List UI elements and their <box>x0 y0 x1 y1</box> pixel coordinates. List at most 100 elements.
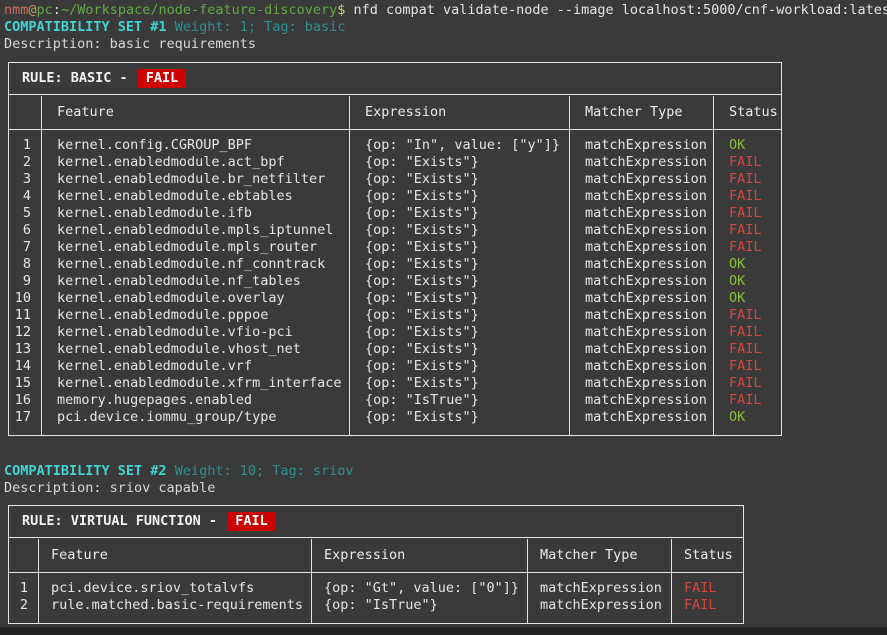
feature-cell: kernel.enabledmodule.vfio-pci <box>41 324 349 341</box>
set1-title: COMPATIBILITY SET #1 <box>4 19 167 35</box>
matcher-type-cell: matchExpression <box>569 171 713 188</box>
prompt-user: nmm <box>4 2 28 18</box>
rule-label: RULE: BASIC - <box>22 70 136 87</box>
status-cell: OK <box>713 137 781 154</box>
matcher-type-cell: matchExpression <box>569 154 713 171</box>
feature-cell: pci.device.iommu_group/type <box>41 409 349 426</box>
column-divider <box>671 539 672 623</box>
status-cell: FAIL <box>713 307 781 324</box>
table-body: 1 kernel.config.CGROUP_BPF {op: "In", va… <box>9 130 781 435</box>
matcher-type-cell: matchExpression <box>569 358 713 375</box>
table-row: 2 rule.matched.basic-requirements {op: "… <box>9 597 743 614</box>
table-row: 8 kernel.enabledmodule.nf_conntrack {op:… <box>9 256 781 273</box>
table-row: 1 pci.device.sriov_totalvfs {op: "Gt", v… <box>9 580 743 597</box>
feature-cell: kernel.enabledmodule.act_bpf <box>41 154 349 171</box>
row-number-cell: 1 <box>9 137 41 154</box>
status-cell: FAIL <box>713 205 781 222</box>
expression-cell: {op: "Exists"} <box>349 324 569 341</box>
status-cell: OK <box>713 256 781 273</box>
column-divider <box>527 539 528 623</box>
expression-cell: {op: "IsTrue"} <box>311 597 527 614</box>
window-bottom-edge <box>0 627 887 635</box>
col-header-expression: Expression <box>349 104 569 121</box>
row-number-cell: 10 <box>9 290 41 307</box>
matcher-type-cell: matchExpression <box>569 239 713 256</box>
row-number-cell: 14 <box>9 358 41 375</box>
rule-table-basic: RULE: BASIC - FAIL Feature Expression Ma… <box>8 62 782 436</box>
set2-title: COMPATIBILITY SET #2 <box>4 463 167 479</box>
col-header-expression: Expression <box>311 547 527 564</box>
table-row: 11 kernel.enabledmodule.pppoe {op: "Exis… <box>9 307 781 324</box>
set2-description: Description: sriov capable <box>4 480 887 497</box>
feature-cell: kernel.enabledmodule.vhost_net <box>41 341 349 358</box>
matcher-type-cell: matchExpression <box>569 273 713 290</box>
expression-cell: {op: "Exists"} <box>349 171 569 188</box>
status-cell: FAIL <box>713 154 781 171</box>
feature-cell: kernel.enabledmodule.mpls_iptunnel <box>41 222 349 239</box>
prompt-colon: : <box>53 2 61 18</box>
column-divider <box>569 96 570 435</box>
column-divider <box>349 96 350 435</box>
column-divider <box>41 96 42 435</box>
matcher-type-cell: matchExpression <box>569 375 713 392</box>
status-cell: FAIL <box>671 580 743 597</box>
row-number-cell: 3 <box>9 171 41 188</box>
terminal-window[interactable]: nmm@pc:~/Workspace/node-feature-discover… <box>0 0 887 635</box>
table-row: 13 kernel.enabledmodule.vhost_net {op: "… <box>9 341 781 358</box>
expression-cell: {op: "In", value: ["y"]} <box>349 137 569 154</box>
col-header-matcher: Matcher Type <box>569 104 713 121</box>
column-divider <box>311 539 312 623</box>
status-cell: FAIL <box>713 358 781 375</box>
table-row: 9 kernel.enabledmodule.nf_tables {op: "E… <box>9 273 781 290</box>
expression-cell: {op: "Exists"} <box>349 256 569 273</box>
prompt-path: ~/Workspace/node-feature-discovery <box>61 2 337 18</box>
expression-cell: {op: "Exists"} <box>349 307 569 324</box>
feature-cell: kernel.enabledmodule.pppoe <box>41 307 349 324</box>
matcher-type-cell: matchExpression <box>569 137 713 154</box>
table-row: 1 kernel.config.CGROUP_BPF {op: "In", va… <box>9 137 781 154</box>
matcher-type-cell: matchExpression <box>569 307 713 324</box>
table-row: 3 kernel.enabledmodule.br_netfilter {op:… <box>9 171 781 188</box>
feature-cell: kernel.enabledmodule.ifb <box>41 205 349 222</box>
table-row: 7 kernel.enabledmodule.mpls_router {op: … <box>9 239 781 256</box>
status-cell: FAIL <box>713 239 781 256</box>
expression-cell: {op: "IsTrue"} <box>349 392 569 409</box>
table-row: 16 memory.hugepages.enabled {op: "IsTrue… <box>9 392 781 409</box>
matcher-type-cell: matchExpression <box>527 597 671 614</box>
row-number-cell: 8 <box>9 256 41 273</box>
col-header-feature: Feature <box>41 104 349 121</box>
row-number-cell: 12 <box>9 324 41 341</box>
rule-status-badge: FAIL <box>227 512 276 531</box>
status-cell: FAIL <box>713 341 781 358</box>
column-header-row: Feature Expression Matcher Type Status <box>9 95 781 130</box>
set1-heading: COMPATIBILITY SET #1 Weight: 1; Tag: bas… <box>4 19 887 36</box>
table-row: 2 kernel.enabledmodule.act_bpf {op: "Exi… <box>9 154 781 171</box>
table-row: 10 kernel.enabledmodule.overlay {op: "Ex… <box>9 290 781 307</box>
expression-cell: {op: "Exists"} <box>349 154 569 171</box>
expression-cell: {op: "Exists"} <box>349 188 569 205</box>
row-number-cell: 15 <box>9 375 41 392</box>
feature-cell: kernel.enabledmodule.br_netfilter <box>41 171 349 188</box>
status-cell: FAIL <box>713 222 781 239</box>
status-cell: FAIL <box>713 188 781 205</box>
row-number-cell: 6 <box>9 222 41 239</box>
table-row: 6 kernel.enabledmodule.mpls_iptunnel {op… <box>9 222 781 239</box>
expression-cell: {op: "Exists"} <box>349 341 569 358</box>
row-number-cell: 13 <box>9 341 41 358</box>
matcher-type-cell: matchExpression <box>569 392 713 409</box>
expression-cell: {op: "Exists"} <box>349 222 569 239</box>
matcher-type-cell: matchExpression <box>569 256 713 273</box>
matcher-type-cell: matchExpression <box>569 341 713 358</box>
prompt-line: nmm@pc:~/Workspace/node-feature-discover… <box>4 2 887 19</box>
column-divider <box>713 96 714 435</box>
feature-cell: kernel.enabledmodule.nf_tables <box>41 273 349 290</box>
matcher-type-cell: matchExpression <box>527 580 671 597</box>
feature-cell: kernel.enabledmodule.mpls_router <box>41 239 349 256</box>
status-cell: OK <box>713 409 781 426</box>
status-cell: FAIL <box>713 392 781 409</box>
set1-meta: Weight: 1; Tag: basic <box>167 19 346 35</box>
status-cell: FAIL <box>671 597 743 614</box>
expression-cell: {op: "Gt", value: ["0"]} <box>311 580 527 597</box>
row-number-cell: 9 <box>9 273 41 290</box>
set2-heading: COMPATIBILITY SET #2 Weight: 10; Tag: sr… <box>4 463 887 480</box>
